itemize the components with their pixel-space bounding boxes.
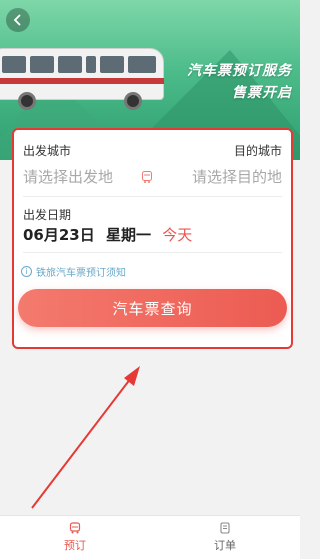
search-tickets-button[interactable]: 汽车票查询 <box>18 289 287 327</box>
date-value: 06月23日 <box>23 226 95 244</box>
departure-city-label: 出发城市 <box>23 144 72 158</box>
bus-illustration <box>0 48 168 110</box>
bottom-tab-bar: 预订 订单 <box>0 515 300 559</box>
divider <box>23 196 282 197</box>
divider <box>23 252 282 253</box>
booking-notice-link[interactable]: i 铁旅汽车票预订须知 <box>21 264 126 279</box>
destination-city-input[interactable]: 请选择目的地 <box>192 166 282 187</box>
chevron-left-icon <box>13 14 21 26</box>
back-button[interactable] <box>6 8 30 32</box>
departure-city-input[interactable]: 请选择出发地 <box>23 166 113 187</box>
document-icon <box>220 522 230 534</box>
swap-icon[interactable] <box>140 170 154 184</box>
banner-slogan: 汽车票预订服务 售票开启 <box>187 60 292 102</box>
departure-date-picker[interactable]: 06月23日 星期一 今天 <box>23 224 198 245</box>
weekday-value: 星期一 <box>105 226 151 244</box>
departure-date-label: 出发日期 <box>23 208 72 222</box>
ticket-search-card: 出发城市 目的城市 请选择出发地 请选择目的地 出发日期 06月23日 星期一 … <box>12 128 293 349</box>
tab-label: 预订 <box>64 539 86 552</box>
slogan-line-1: 汽车票预订服务 <box>187 63 292 79</box>
tab-label: 订单 <box>214 539 236 552</box>
notice-text: 铁旅汽车票预订须知 <box>36 268 126 279</box>
info-icon: i <box>21 266 32 277</box>
tab-booking[interactable]: 预订 <box>0 516 150 559</box>
destination-city-label: 目的城市 <box>233 144 282 158</box>
slogan-line-2: 售票开启 <box>232 85 292 101</box>
bus-icon <box>69 522 81 534</box>
today-tag: 今天 <box>162 226 193 244</box>
tab-orders[interactable]: 订单 <box>150 516 300 559</box>
